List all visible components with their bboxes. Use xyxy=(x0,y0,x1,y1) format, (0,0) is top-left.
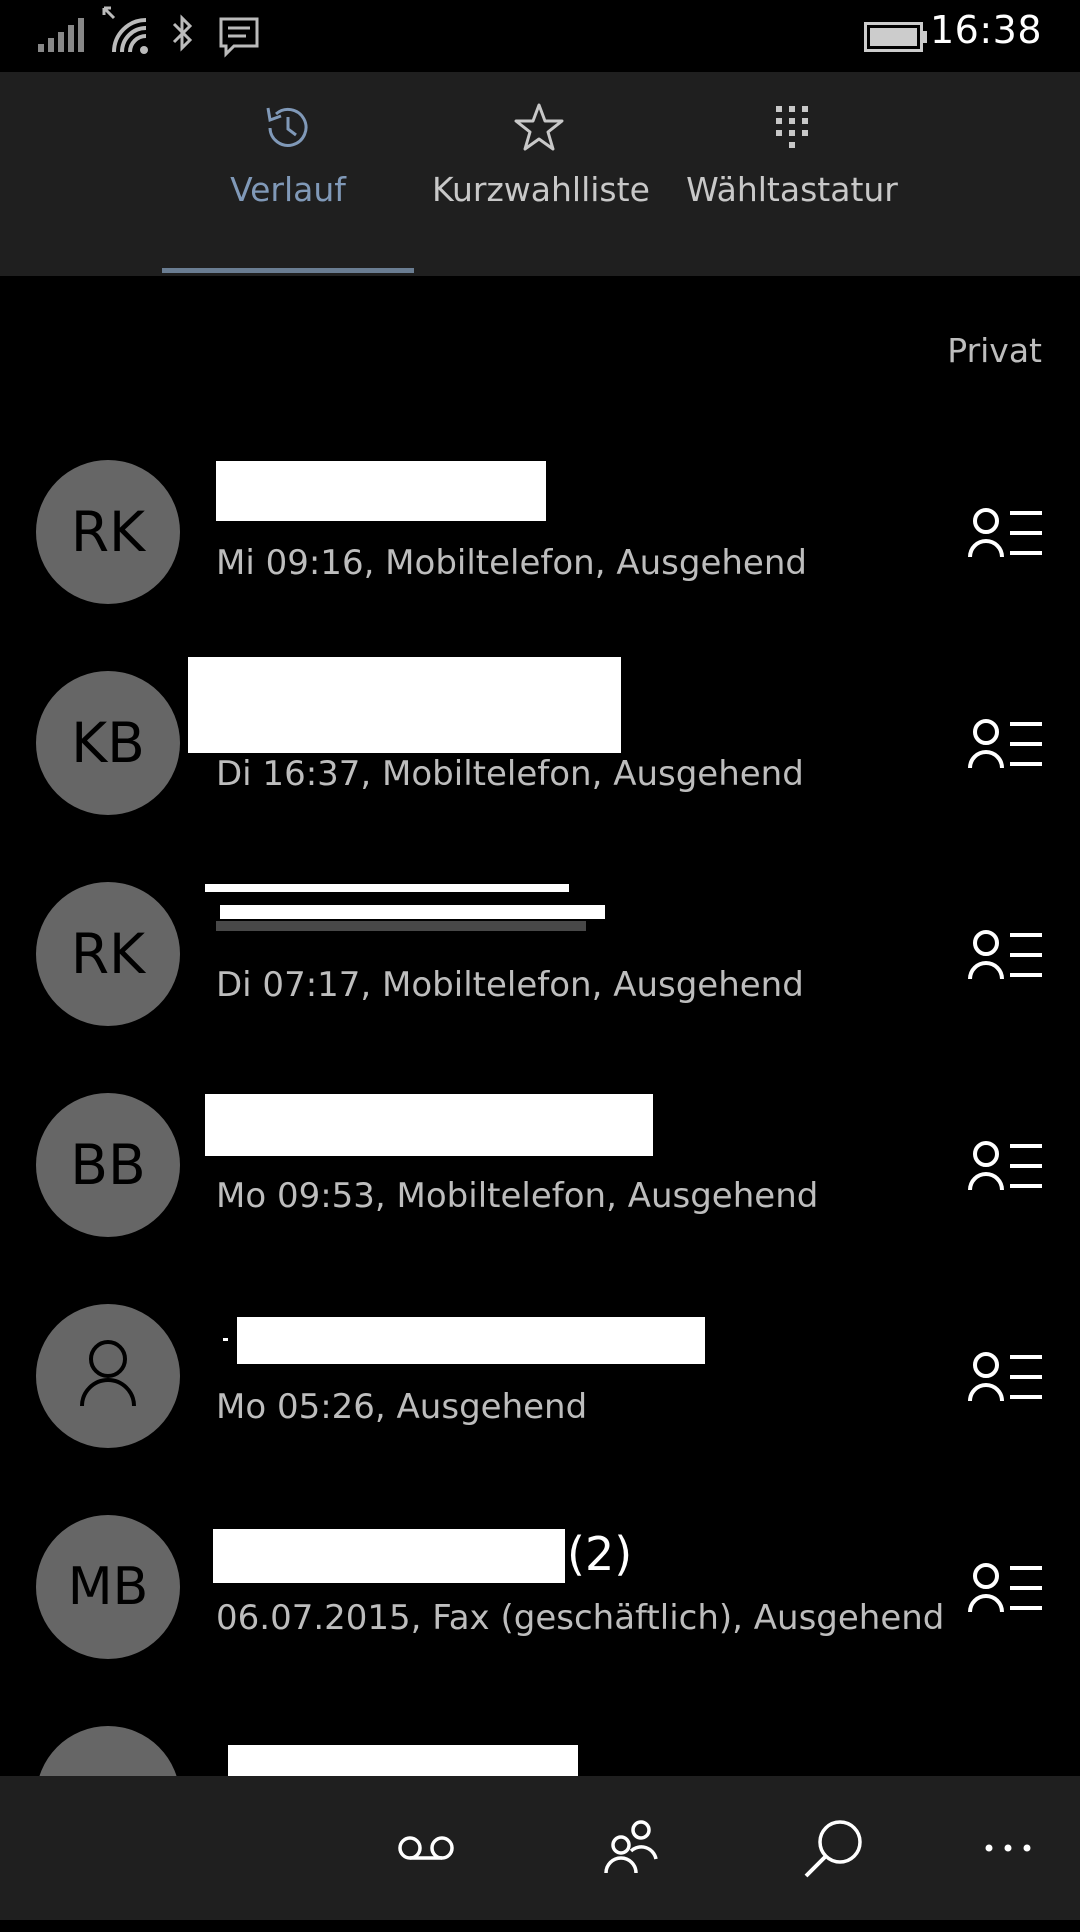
contact-details-icon[interactable] xyxy=(968,718,1044,770)
call-detail: Mi 09:16, Mobiltelefon, Ausgehend xyxy=(216,543,807,583)
call-list-item[interactable]: Mo 05:26, Ausgehend xyxy=(0,1299,1080,1510)
call-count: (2) xyxy=(567,1527,633,1581)
avatar xyxy=(36,1304,180,1448)
avatar: BB xyxy=(36,1093,180,1237)
tab-keypad-label: Wähltastatur xyxy=(686,170,898,209)
pivot-header: Verlauf Kurzwahlliste Wähltastatur xyxy=(0,72,1080,276)
search-icon xyxy=(804,1820,862,1878)
contact-details-icon[interactable] xyxy=(968,929,1044,981)
call-detail: Di 07:17, Mobiltelefon, Ausgehend xyxy=(216,965,804,1005)
status-bar: 16:38 xyxy=(0,0,1080,72)
call-list-item[interactable]: RK Mi 09:16, Mobiltelefon, Ausgehend xyxy=(0,455,1080,666)
app-bar xyxy=(0,1776,1080,1920)
message-icon xyxy=(219,17,259,58)
call-detail: 06.07.2015, Fax (geschäftlich), Ausgehen… xyxy=(216,1598,945,1638)
dialpad-icon xyxy=(776,106,808,148)
bluetooth-icon xyxy=(172,14,193,52)
active-tab-indicator xyxy=(162,268,414,273)
redacted-name xyxy=(188,657,621,753)
redacted-name xyxy=(216,461,546,521)
person-placeholder-icon xyxy=(80,1340,136,1407)
call-list-item[interactable]: MB (2) 06.07.2015, Fax (geschäftlich), A… xyxy=(0,1510,1080,1721)
tab-history-label: Verlauf xyxy=(230,170,346,209)
filter-label[interactable]: Privat xyxy=(947,331,1042,370)
avatar: RK xyxy=(36,882,180,1026)
call-list-item[interactable]: RK Di 07:17, Mobiltelefon, Ausgehend xyxy=(0,877,1080,1088)
wifi-icon xyxy=(102,6,148,54)
tab-history[interactable]: Verlauf xyxy=(162,72,414,276)
call-detail: Mo 09:53, Mobiltelefon, Ausgehend xyxy=(216,1176,819,1216)
redacted-name xyxy=(216,921,586,931)
people-button[interactable] xyxy=(580,1776,680,1920)
redacted-name xyxy=(220,905,605,919)
call-detail: Di 16:37, Mobiltelefon, Ausgehend xyxy=(216,754,804,794)
tab-keypad[interactable]: Wähltastatur xyxy=(684,72,900,276)
redacted-name xyxy=(205,884,569,892)
more-icon xyxy=(985,1844,1031,1852)
contact-details-icon[interactable] xyxy=(968,507,1044,559)
history-icon xyxy=(266,107,308,147)
call-list-item[interactable]: BB Mo 09:53, Mobiltelefon, Ausgehend xyxy=(0,1088,1080,1299)
redacted-name xyxy=(223,1338,228,1341)
tab-speed-dial[interactable]: Kurzwahlliste xyxy=(432,72,650,276)
battery-icon xyxy=(864,22,927,52)
contact-details-icon[interactable] xyxy=(968,1140,1044,1192)
avatar: MB xyxy=(36,1515,180,1659)
contact-details-icon[interactable] xyxy=(968,1351,1044,1403)
clock: 16:38 xyxy=(929,8,1042,52)
redacted-name xyxy=(228,1745,578,1777)
call-detail: Mo 05:26, Ausgehend xyxy=(216,1387,588,1427)
call-list-item[interactable]: KB Di 16:37, Mobiltelefon, Ausgehend xyxy=(0,657,1080,877)
search-button[interactable] xyxy=(784,1776,884,1920)
redacted-name xyxy=(213,1529,565,1583)
star-icon xyxy=(514,103,564,151)
people-icon xyxy=(604,1820,658,1874)
signal-icon xyxy=(38,18,84,52)
voicemail-button[interactable] xyxy=(376,1776,476,1920)
redacted-name xyxy=(237,1317,705,1364)
avatar: RK xyxy=(36,460,180,604)
avatar: KB xyxy=(36,671,180,815)
voicemail-icon xyxy=(398,1836,454,1860)
more-button[interactable] xyxy=(958,1776,1058,1920)
contact-details-icon[interactable] xyxy=(968,1562,1044,1614)
redacted-name xyxy=(205,1094,653,1156)
tab-speed-dial-label: Kurzwahlliste xyxy=(432,170,650,209)
